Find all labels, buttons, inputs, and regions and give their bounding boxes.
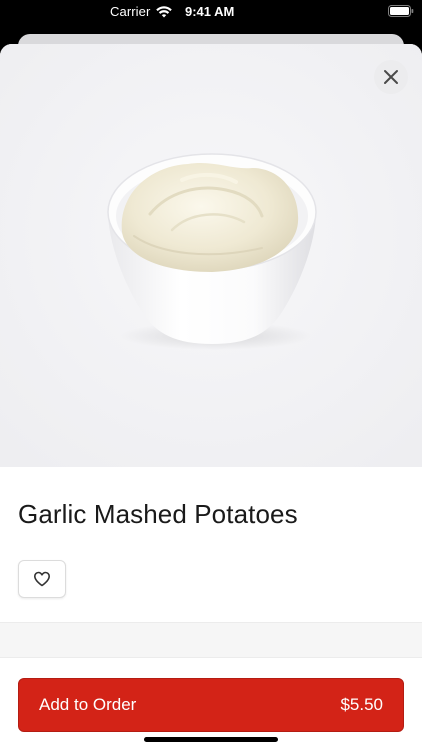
product-title: Garlic Mashed Potatoes (18, 499, 298, 529)
wifi-icon (156, 5, 173, 18)
status-left: Carrier (110, 4, 173, 19)
home-indicator (144, 737, 278, 742)
carrier-label: Carrier (110, 4, 151, 19)
close-button[interactable] (374, 60, 408, 94)
product-details: Garlic Mashed Potatoes (0, 499, 422, 598)
product-sheet: Garlic Mashed Potatoes Add to Order $5.5… (0, 44, 422, 750)
screen: Carrier 9:41 AM Garlic Mashed Potatoes A… (0, 0, 422, 750)
status-bar: Carrier 9:41 AM (0, 0, 422, 24)
favorite-button[interactable] (18, 560, 66, 598)
mashed-potatoes-bowl-image (0, 44, 422, 467)
section-divider (0, 622, 422, 658)
close-icon (384, 70, 398, 84)
price-label: $5.50 (340, 695, 383, 714)
add-to-order-label: Add to Order (39, 695, 137, 714)
product-image (0, 44, 422, 467)
heart-icon (34, 571, 50, 587)
status-time: 9:41 AM (185, 4, 235, 19)
battery-icon (388, 5, 414, 17)
add-to-order-button[interactable]: Add to Order $5.50 (18, 678, 404, 732)
